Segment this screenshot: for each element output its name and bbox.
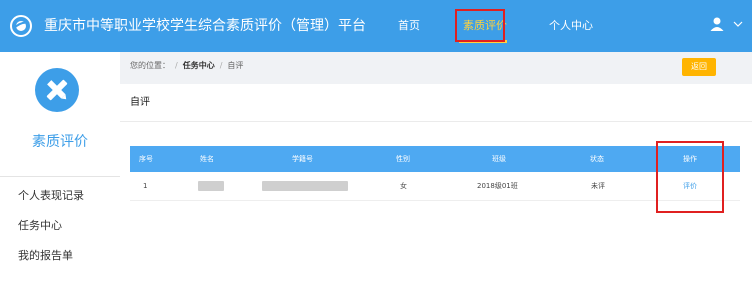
cell-name-redacted (198, 181, 224, 191)
app-title: 重庆市中等职业学校学生综合素质评价（管理）平台 (44, 18, 366, 34)
col-header-no: 序号 (139, 155, 153, 163)
breadcrumb-leaf: 自评 (227, 61, 244, 70)
top-bar: 重庆市中等职业学校学生综合素质评价（管理）平台 首页 素质评价 个人中心 (0, 0, 752, 52)
user-icon[interactable] (709, 16, 725, 32)
back-button[interactable]: 返回 (682, 58, 716, 76)
cell-no: 1 (143, 182, 148, 190)
col-header-student-id: 学籍号 (292, 155, 313, 163)
cell-status: 未评 (591, 182, 605, 190)
sidebar-item-report[interactable]: 我的报告单 (18, 248, 73, 264)
nav-home[interactable]: 首页 (398, 16, 420, 36)
table-row: 1 女 2018级01班 未评 评价 (130, 172, 740, 201)
pencil-ruler-icon (46, 79, 68, 101)
breadcrumb: 您的位置： / 任务中心 / 自评 (130, 59, 243, 73)
cell-gender: 女 (400, 182, 407, 190)
breadcrumb-task-center[interactable]: 任务中心 (183, 61, 215, 70)
sidebar-title: 素质评价 (32, 134, 88, 150)
col-header-name: 姓名 (200, 155, 214, 163)
highlight-box-nav (455, 9, 505, 42)
table-header: 序号 姓名 学籍号 性别 班级 状态 操作 (130, 146, 740, 172)
sidebar-badge (35, 68, 79, 112)
breadcrumb-prefix: 您的位置： (130, 61, 170, 70)
sidebar-divider (0, 176, 120, 177)
col-header-class: 班级 (492, 155, 506, 163)
panel-title: 自评 (130, 97, 150, 108)
col-header-gender: 性别 (396, 155, 410, 163)
col-header-status: 状态 (590, 155, 604, 163)
sidebar: 素质评价 个人表现记录 任务中心 我的报告单 (0, 52, 120, 304)
panel-divider (120, 121, 752, 122)
nav-personal-center[interactable]: 个人中心 (549, 16, 593, 36)
chevron-down-icon[interactable] (733, 20, 743, 28)
sidebar-item-task-center[interactable]: 任务中心 (18, 218, 62, 234)
highlight-box-action (656, 141, 724, 213)
sidebar-item-performance-record[interactable]: 个人表现记录 (18, 188, 84, 204)
breadcrumb-separator: / (219, 61, 223, 70)
cell-class: 2018级01班 (477, 182, 518, 190)
logo-icon (10, 15, 32, 37)
cell-student-id-redacted (262, 181, 348, 191)
breadcrumb-separator: / (175, 61, 178, 70)
